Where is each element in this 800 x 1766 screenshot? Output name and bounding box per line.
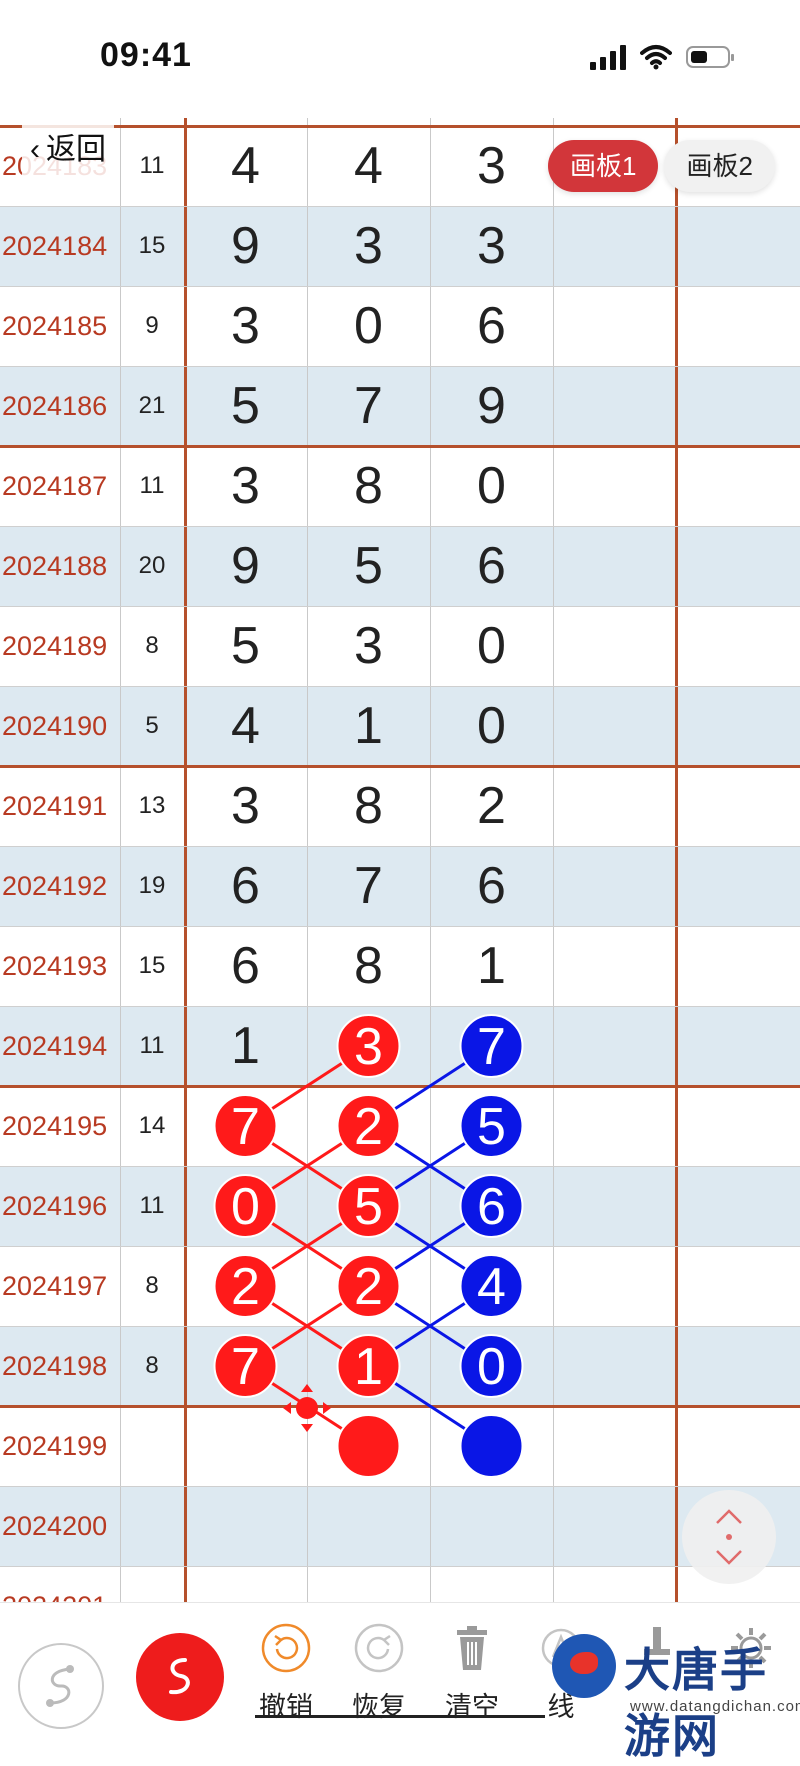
undo-label: 撤销 — [259, 1692, 313, 1722]
panel-tabs: 画板1 画板2 — [548, 140, 775, 192]
trend-grid[interactable]: 2024183114432024184159332024185930620241… — [0, 118, 800, 1602]
red-ball[interactable]: 2 — [336, 1254, 401, 1318]
expand-vertical-icon — [716, 1509, 742, 1565]
cellular-signal-icon — [590, 44, 626, 70]
red-ball[interactable]: 2 — [336, 1094, 401, 1158]
blue-ball[interactable]: 0 — [459, 1334, 524, 1398]
wifi-icon — [640, 45, 672, 70]
ball-label: 7 — [231, 1098, 260, 1156]
toolbar-underline — [255, 1715, 545, 1718]
ball-label: 2 — [354, 1098, 383, 1156]
tab-panel-1[interactable]: 画板1 — [548, 140, 659, 192]
battery-icon — [686, 46, 734, 68]
brand-url: www.datangdichan.com — [630, 1698, 800, 1715]
ball-label: 2 — [354, 1258, 383, 1316]
red-ball[interactable]: 0 — [213, 1174, 278, 1238]
back-button[interactable]: ‹ 返回 — [22, 118, 114, 182]
ball-label: 7 — [477, 1018, 506, 1076]
ball-label: 7 — [231, 1338, 260, 1396]
ball-label: 1 — [354, 1338, 383, 1396]
redo-label: 恢复 — [352, 1692, 406, 1722]
freehand-mode-button[interactable] — [18, 1643, 104, 1729]
move-handle-icon[interactable] — [283, 1384, 331, 1432]
back-button-label: 返回 — [46, 133, 106, 166]
ball-label: 4 — [477, 1258, 506, 1316]
ball-label: 5 — [354, 1178, 383, 1236]
status-time: 09:41 — [100, 36, 192, 74]
red-ball[interactable]: 3 — [336, 1014, 401, 1078]
blue-ball[interactable] — [459, 1414, 524, 1478]
chevron-left-icon: ‹ — [30, 133, 40, 166]
curve-path-icon — [46, 1665, 74, 1707]
blue-ball[interactable]: 5 — [459, 1094, 524, 1158]
clear-label: 清空 — [445, 1692, 499, 1722]
red-ball[interactable]: 2 — [213, 1254, 278, 1318]
trash-icon — [457, 1626, 487, 1670]
ball-label: 6 — [477, 1178, 506, 1236]
draw-mode-button[interactable] — [136, 1633, 224, 1721]
ball-label: 0 — [477, 1338, 506, 1396]
blue-ball[interactable]: 7 — [459, 1014, 524, 1078]
blue-ball[interactable]: 6 — [459, 1174, 524, 1238]
drawing-overlay[interactable]: 3 77 2 50 5 62 2 47 1 0 — [0, 118, 800, 1602]
undo-icon — [261, 1623, 311, 1673]
ball-circle — [336, 1414, 401, 1478]
blue-ball[interactable]: 4 — [459, 1254, 524, 1318]
ball-label: 2 — [231, 1258, 260, 1316]
ball-label: 5 — [477, 1098, 506, 1156]
ball-label: 3 — [354, 1018, 383, 1076]
brand-logo — [552, 1634, 616, 1698]
redo-icon — [354, 1623, 404, 1673]
red-ball[interactable]: 5 — [336, 1174, 401, 1238]
brand-watermark: 大唐手游网 www.datangdichan.com — [546, 1630, 800, 1763]
ball-circle — [459, 1414, 524, 1478]
draw-curve-icon — [169, 1658, 190, 1695]
red-ball[interactable]: 7 — [213, 1094, 278, 1158]
red-ball[interactable]: 1 — [336, 1334, 401, 1398]
status-bar: 09:41 — [0, 0, 800, 118]
status-icons — [590, 44, 734, 70]
red-ball[interactable] — [336, 1414, 401, 1478]
ball-label: 0 — [231, 1178, 260, 1236]
tab-panel-2[interactable]: 画板2 — [664, 140, 775, 192]
red-ball[interactable]: 7 — [213, 1334, 278, 1398]
scroll-toggle-button[interactable] — [682, 1490, 776, 1584]
